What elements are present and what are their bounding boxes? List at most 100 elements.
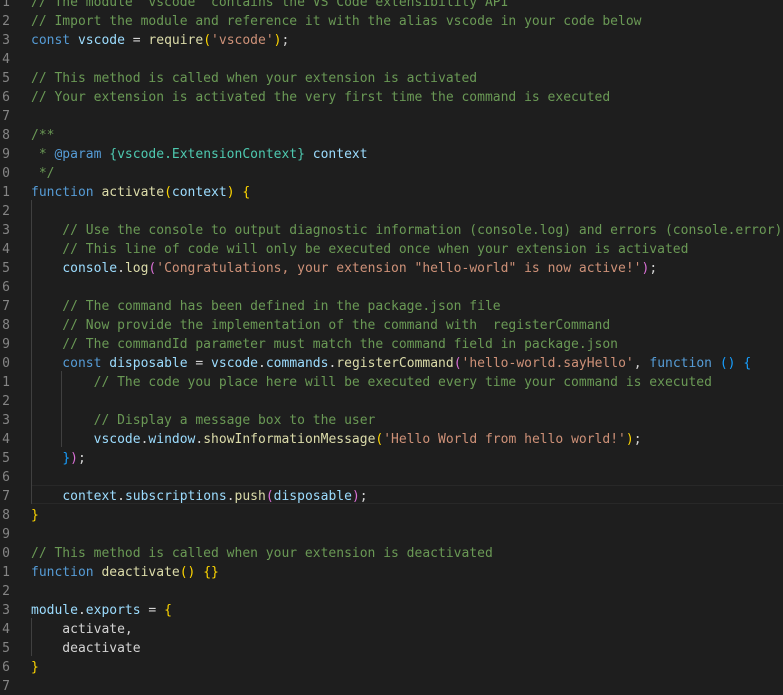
code-token: . xyxy=(117,261,125,276)
code-text: // Import the module and reference it wi… xyxy=(31,12,641,31)
code-line[interactable]: 7 context.subscriptions.push(disposable)… xyxy=(0,487,783,506)
code-text: // The commandId parameter must match th… xyxy=(31,335,618,354)
code-line[interactable]: 4 activate, xyxy=(0,620,783,639)
code-text: const vscode = require('vscode'); xyxy=(31,31,289,50)
code-token: function xyxy=(649,356,712,371)
code-line[interactable]: 6 xyxy=(0,278,783,297)
code-line[interactable]: 2 xyxy=(0,582,783,601)
line-number: 1 xyxy=(2,0,10,10)
code-token: commands xyxy=(265,356,329,371)
code-token: () xyxy=(179,565,196,580)
code-token: // Display a message box to the user xyxy=(31,413,376,428)
code-token: . xyxy=(258,356,266,371)
code-token: push xyxy=(234,489,266,504)
code-token: , xyxy=(633,356,650,371)
code-line[interactable]: 2 xyxy=(0,202,783,221)
code-text: }); xyxy=(31,449,86,468)
line-number: 0 xyxy=(2,166,10,181)
code-line[interactable]: 1 // The module 'vscode' contains the VS … xyxy=(0,0,783,12)
line-number: 3 xyxy=(2,33,10,48)
code-token: console xyxy=(62,261,118,276)
code-line[interactable]: 5 console.log('Congratulations, your ext… xyxy=(0,259,783,278)
code-line[interactable]: 3 // Display a message box to the user xyxy=(0,411,783,430)
line-number: 4 xyxy=(2,242,10,257)
code-line[interactable]: 3 module.exports = { xyxy=(0,601,783,620)
code-line[interactable]: 2 // Import the module and reference it w… xyxy=(0,12,783,31)
line-number: 7 xyxy=(2,489,10,504)
code-token: 'vscode' xyxy=(211,33,274,48)
line-number: 2 xyxy=(2,394,10,409)
code-token: {vscode.ExtensionContext} xyxy=(109,147,305,162)
line-number: 1 xyxy=(2,375,10,390)
line-number: 2 xyxy=(2,584,10,599)
code-line[interactable]: 5 // This method is called when your exte… xyxy=(0,69,783,88)
code-line[interactable]: 8} xyxy=(0,506,783,525)
line-number: 4 xyxy=(2,52,10,67)
code-token: // The commandId parameter must match th… xyxy=(31,337,618,352)
code-text: deactivate xyxy=(31,639,140,658)
code-token: 'hello-world.sayHello' xyxy=(461,356,634,371)
code-token: ( xyxy=(265,489,274,504)
code-text: // This line of code will only be execut… xyxy=(31,240,688,259)
line-number: 0 xyxy=(2,546,10,561)
code-token: window xyxy=(148,432,196,447)
code-token: activate, xyxy=(31,622,133,637)
code-line[interactable]: 9 * @param {vscode.ExtensionContext} con… xyxy=(0,145,783,164)
code-line[interactable]: 6 xyxy=(0,468,783,487)
code-line[interactable]: 1 // The code you place here will be exe… xyxy=(0,373,783,392)
code-token: context xyxy=(171,185,227,200)
code-text: function activate(context) { xyxy=(31,183,250,202)
code-token: // Use the console to output diagnostic … xyxy=(31,223,783,238)
code-line[interactable]: 1 function deactivate() {} xyxy=(0,563,783,582)
line-number: 9 xyxy=(2,527,10,542)
code-token: function xyxy=(31,185,102,200)
code-line[interactable]: 3 const vscode = require('vscode'); xyxy=(0,31,783,50)
code-line[interactable]: 6} xyxy=(0,658,783,677)
code-line[interactable]: 4 xyxy=(0,50,783,69)
code-line[interactable]: 7 xyxy=(0,107,783,126)
code-line[interactable]: 5 deactivate xyxy=(0,639,783,658)
code-line[interactable]: 0 */ xyxy=(0,164,783,183)
code-token: ; xyxy=(359,489,368,504)
code-token: ; xyxy=(649,261,658,276)
code-text: /** xyxy=(31,126,54,145)
line-number: 7 xyxy=(2,299,10,314)
code-line[interactable]: 6 // Your extension is activated the very… xyxy=(0,88,783,107)
code-text: } xyxy=(31,658,39,677)
code-token: ; xyxy=(77,451,86,466)
code-line[interactable]: 7 xyxy=(0,677,783,695)
line-number: 5 xyxy=(2,451,10,466)
code-text: * @param {vscode.ExtensionContext} conte… xyxy=(31,145,368,164)
code-token: activate xyxy=(101,185,165,200)
code-line[interactable]: 5 }); xyxy=(0,449,783,468)
code-line[interactable]: 8 // Now provide the implementation of t… xyxy=(0,316,783,335)
code-token: // Your extension is activated the very … xyxy=(31,90,611,105)
code-text: console.log('Congratulations, your exten… xyxy=(31,259,657,278)
code-editor[interactable]: 1 // The module 'vscode' contains the VS … xyxy=(0,0,783,695)
code-line[interactable]: 1 function activate(context) { xyxy=(0,183,783,202)
code-token: // The code you place here will be execu… xyxy=(31,375,712,390)
code-line[interactable]: 3 // Use the console to output diagnosti… xyxy=(0,221,783,240)
line-number: 5 xyxy=(2,71,10,86)
code-text: const disposable = vscode.commands.regis… xyxy=(31,354,751,373)
line-number: 8 xyxy=(2,128,10,143)
code-line[interactable]: 2 xyxy=(0,392,783,411)
code-line[interactable]: 4 // This line of code will only be exec… xyxy=(0,240,783,259)
code-line[interactable]: 9 // The commandId parameter must match … xyxy=(0,335,783,354)
line-number: 5 xyxy=(2,641,10,656)
code-token: // Import the module and reference it wi… xyxy=(31,14,642,29)
code-line[interactable]: 7 // The command has been defined in the… xyxy=(0,297,783,316)
code-token: ; xyxy=(281,33,290,48)
code-line[interactable]: 0 const disposable = vscode.commands.reg… xyxy=(0,354,783,373)
line-number: 8 xyxy=(2,508,10,523)
code-token: function xyxy=(31,565,102,580)
code-token: {} xyxy=(203,565,219,580)
code-token: exports xyxy=(85,603,141,618)
code-line[interactable]: 9 xyxy=(0,525,783,544)
code-line[interactable]: 4 vscode.window.showInformationMessage('… xyxy=(0,430,783,449)
code-line[interactable]: 0 // This method is called when your exte… xyxy=(0,544,783,563)
code-token: { xyxy=(164,603,172,618)
code-token: . xyxy=(117,489,125,504)
code-token: module xyxy=(31,603,78,618)
code-line[interactable]: 8 /** xyxy=(0,126,783,145)
